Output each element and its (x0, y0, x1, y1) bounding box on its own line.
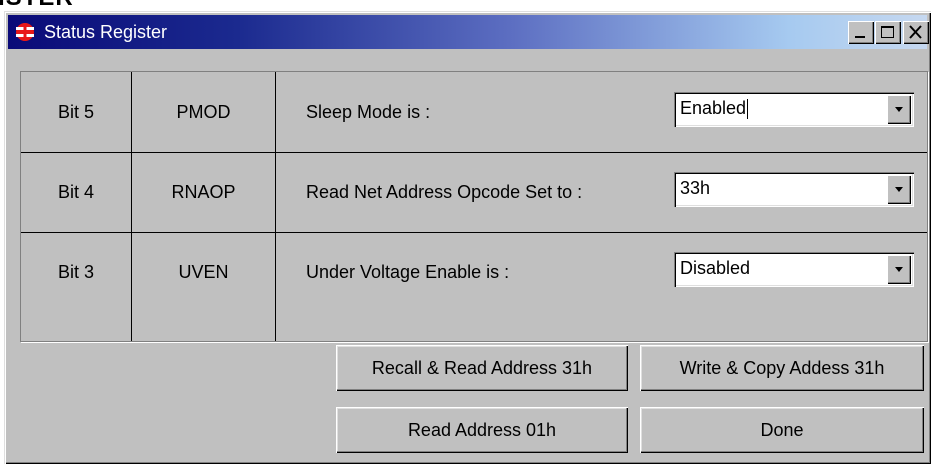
setting-label: Read Net Address Opcode Set to : (306, 182, 583, 202)
setting-label: Under Voltage Enable is : (306, 262, 510, 282)
sleep-mode-select[interactable]: Enabled (674, 92, 914, 127)
read-address-button[interactable]: Read Address 01h (336, 407, 628, 453)
chevron-down-icon (895, 267, 903, 272)
grid-divider (21, 232, 927, 233)
under-voltage-select[interactable]: Disabled (674, 252, 914, 287)
setting-label: Sleep Mode is : (306, 102, 431, 122)
maximize-button[interactable] (875, 21, 901, 44)
title-bar[interactable]: Status Register (8, 15, 929, 49)
maximize-icon (881, 26, 894, 38)
dropdown-button[interactable] (887, 255, 911, 284)
dropdown-button[interactable] (887, 95, 911, 124)
register-bits-grid: Bit 5 PMOD Sleep Mode is : Enabled Bit 4… (20, 71, 928, 342)
grid-divider (275, 72, 276, 341)
chip-icon[interactable] (14, 21, 36, 43)
opcode-select[interactable]: 33h (674, 172, 914, 207)
close-icon (909, 25, 922, 39)
chevron-down-icon (895, 107, 903, 112)
text-caret (747, 99, 749, 120)
grid-divider (21, 152, 927, 153)
close-button[interactable] (903, 21, 929, 44)
dropdown-button[interactable] (887, 175, 911, 204)
bit-number: Bit 4 (57, 182, 95, 202)
minimize-button[interactable] (848, 21, 874, 44)
opcode-value: 33h (680, 178, 711, 198)
chevron-down-icon (895, 187, 903, 192)
done-button[interactable]: Done (640, 407, 924, 453)
bit-name: RNAOP (171, 182, 236, 202)
recall-read-button[interactable]: Recall & Read Address 31h (336, 345, 628, 391)
bit-number: Bit 5 (57, 102, 95, 122)
minimize-icon (855, 36, 865, 38)
write-copy-button[interactable]: Write & Copy Addess 31h (640, 345, 924, 391)
window-title: Status Register (44, 22, 168, 42)
sleep-mode-value: Enabled (680, 98, 747, 118)
bit-number: Bit 3 (57, 262, 95, 282)
bit-name: UVEN (178, 262, 229, 282)
bit-name: PMOD (176, 102, 231, 122)
status-register-window: Status Register Bit 5 PMOD Sleep Mode is… (4, 11, 931, 464)
under-voltage-value: Disabled (680, 258, 751, 278)
